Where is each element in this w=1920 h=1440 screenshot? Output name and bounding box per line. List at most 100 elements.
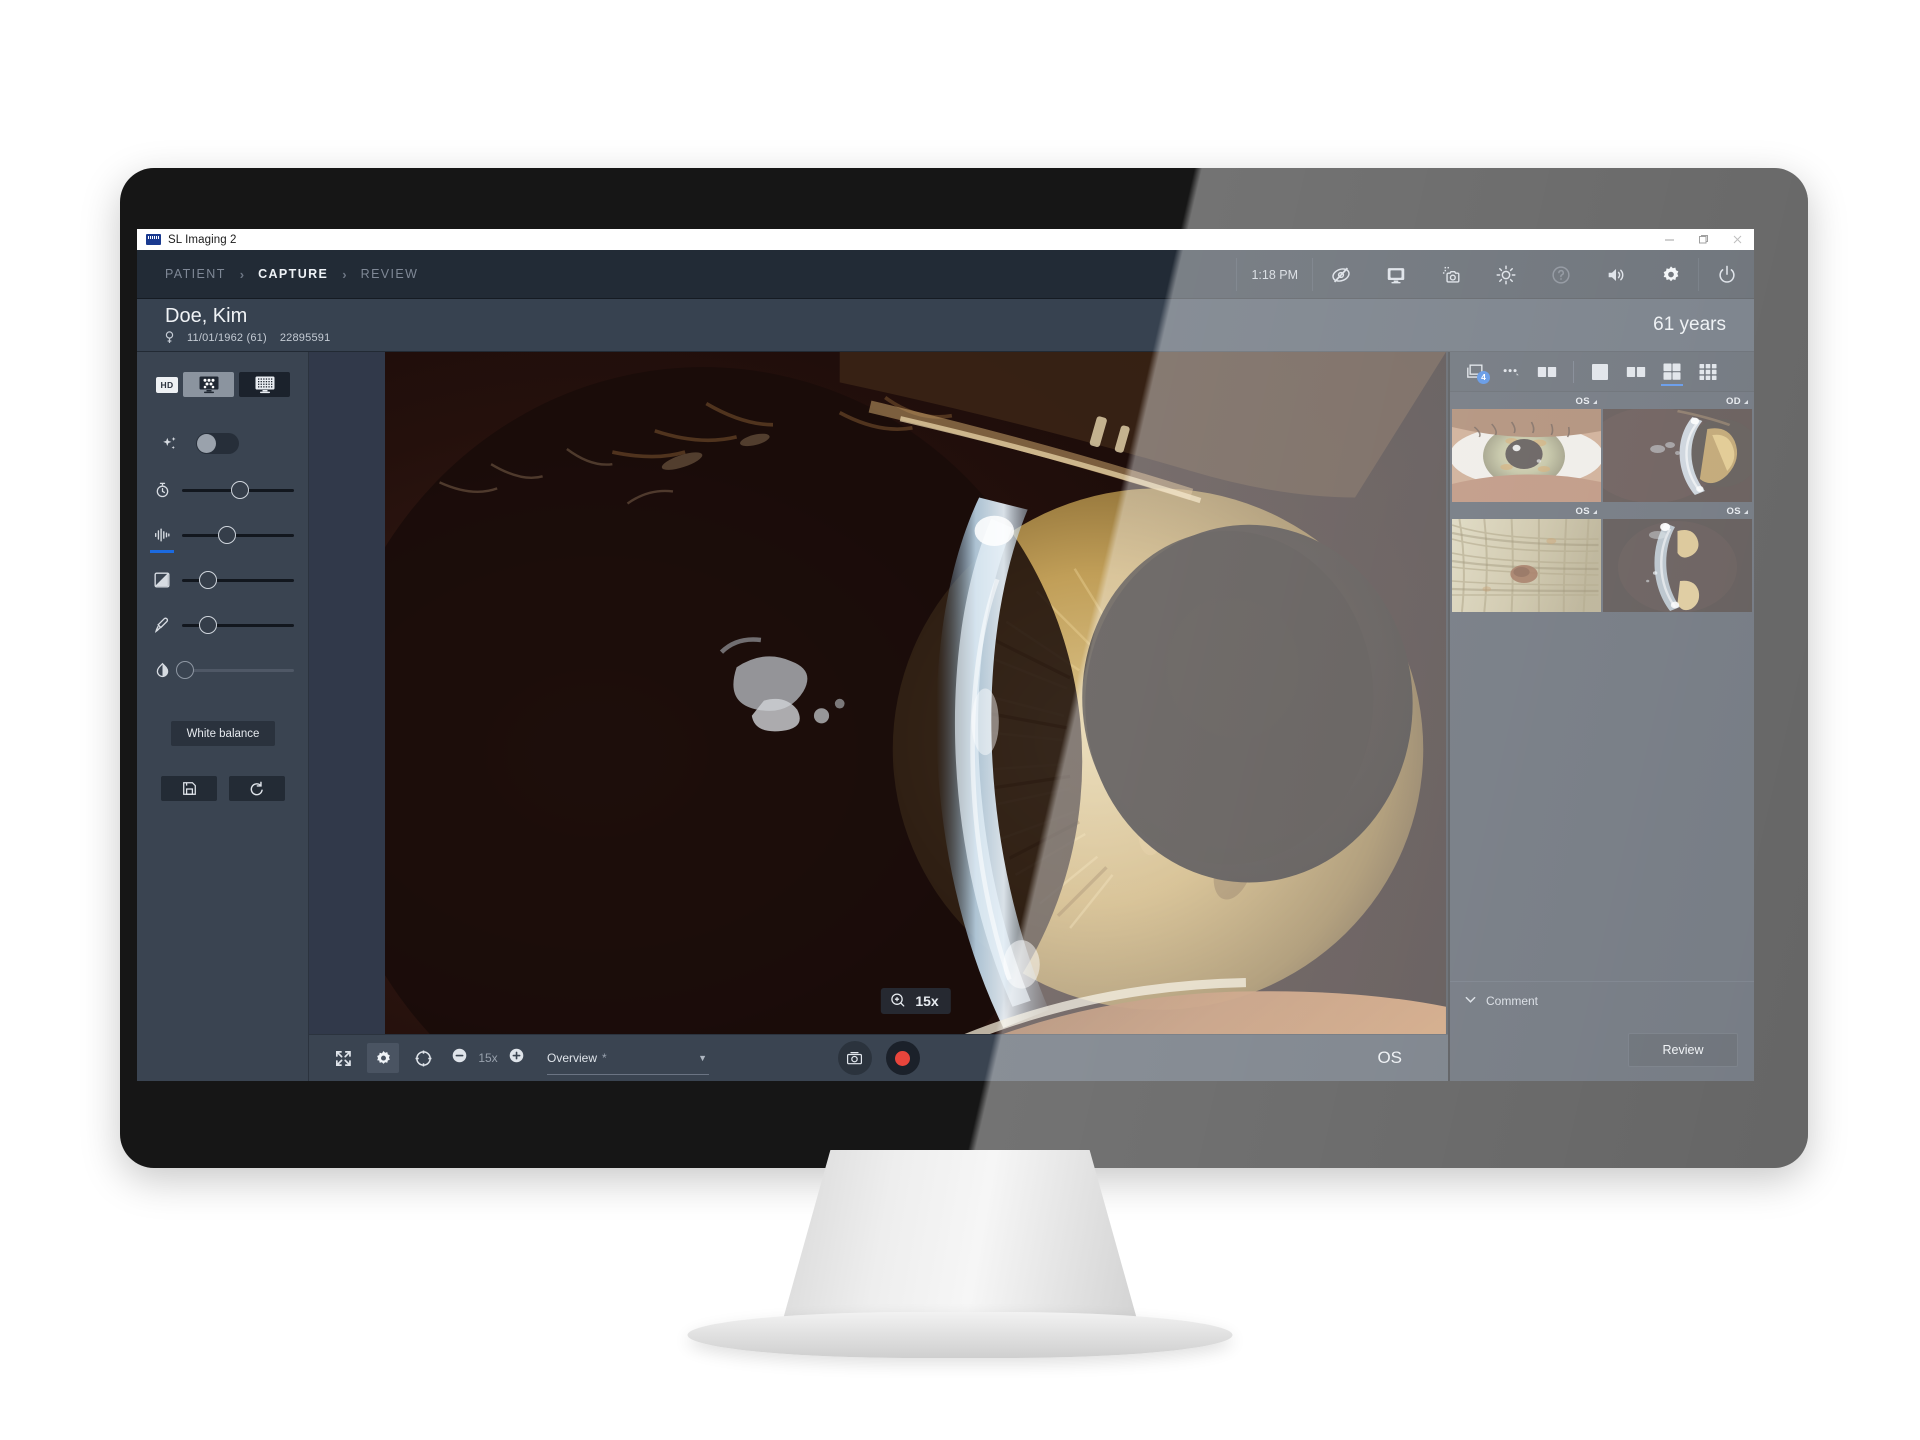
slider-track[interactable] <box>182 616 294 634</box>
window-title-bar: SL Imaging 2 <box>137 229 1754 250</box>
gallery-toolbar: 4 <box>1450 352 1754 392</box>
chevron-down-icon[interactable]: ▼ <box>698 1053 707 1063</box>
eyedropper-slider[interactable] <box>152 616 294 634</box>
crosshair-icon[interactable] <box>407 1043 439 1073</box>
monitor-stand-base <box>687 1312 1233 1358</box>
thumbnail-corner-marker <box>1593 509 1597 514</box>
help-icon[interactable] <box>1533 250 1588 299</box>
comment-section-toggle[interactable]: Comment <box>1450 981 1754 1019</box>
settings-gear-icon[interactable] <box>1643 250 1698 299</box>
save-preset-button[interactable] <box>161 776 217 801</box>
screenshot-scene: SL Imaging 2 PATIENT › CAPTURE › REVIEW … <box>0 0 1920 1440</box>
maximize-icon[interactable] <box>1686 229 1720 250</box>
more-dots-icon[interactable] <box>1494 356 1528 388</box>
thumbnail-laterality: OS <box>1575 396 1590 407</box>
images-stack-icon[interactable]: 4 <box>1458 356 1492 388</box>
layout-single-icon[interactable] <box>1583 356 1617 388</box>
preset-dropdown[interactable]: Overview * ▼ <box>547 1051 709 1075</box>
camera-focus-icon[interactable] <box>1423 250 1478 299</box>
minus-circle-icon[interactable] <box>451 1047 468 1069</box>
sparkle-icon <box>160 435 180 453</box>
power-icon[interactable] <box>1699 250 1754 299</box>
chevron-down-icon <box>1464 993 1477 1009</box>
thumbnail-header: OD <box>1603 394 1752 409</box>
clock-time: 1:18 PM <box>1251 267 1298 282</box>
breadcrumb-item-review[interactable]: REVIEW <box>361 267 419 281</box>
thumbnail-image <box>1603 519 1752 612</box>
sharpness-slider[interactable] <box>150 526 294 553</box>
enhance-toggle-row <box>160 433 286 454</box>
enhance-toggle[interactable] <box>196 433 239 454</box>
contrast-slider[interactable] <box>152 661 294 679</box>
display-mode-fine[interactable] <box>239 372 290 397</box>
capture-record-button[interactable] <box>885 1041 920 1075</box>
expand-icon[interactable] <box>327 1043 359 1073</box>
thumbnail-laterality: OS <box>1726 506 1741 517</box>
live-video-view[interactable]: 15x <box>385 352 1446 1034</box>
slider-knob[interactable] <box>231 481 250 499</box>
thumbnail-item[interactable]: OD <box>1603 394 1752 502</box>
slider-knob[interactable] <box>176 661 195 679</box>
patient-meta: 11/01/1962 (61) 22895591 <box>165 331 330 344</box>
slider-track[interactable] <box>182 571 294 589</box>
eye-off-icon[interactable] <box>1313 250 1368 299</box>
slider-track[interactable] <box>182 526 294 544</box>
nav-tools: 1:18 PM <box>1236 250 1754 299</box>
waveform-icon <box>150 526 174 553</box>
monitor-bezel: SL Imaging 2 PATIENT › CAPTURE › REVIEW … <box>120 168 1808 1168</box>
patient-dob: 11/01/1962 (61) <box>187 331 267 344</box>
viewer-area: 15x 15x Overview * ▼ OS <box>309 352 1448 1081</box>
display-mode-color[interactable] <box>183 372 234 397</box>
exposure-time-slider[interactable] <box>152 481 294 499</box>
layout-two-icon[interactable] <box>1619 356 1653 388</box>
exposure-compensation-slider[interactable] <box>152 571 294 589</box>
layout-four-icon[interactable] <box>1655 356 1689 388</box>
gallery-panel: 4 OS OD OS OS Comment Review <box>1448 352 1754 1081</box>
camera-controls-panel: HD White balance <box>137 352 309 1081</box>
gear-icon[interactable] <box>367 1043 399 1073</box>
hd-badge: HD <box>156 376 178 393</box>
eyedropper-icon <box>152 616 172 634</box>
gallery-empty-space <box>1450 612 1754 981</box>
thumbnail-item[interactable]: OS <box>1452 394 1601 502</box>
preset-underline <box>547 1074 709 1075</box>
exposure-icon <box>152 571 172 589</box>
thumbnail-item[interactable]: OS <box>1603 504 1752 612</box>
breadcrumb-item-patient[interactable]: PATIENT <box>165 267 226 281</box>
slider-knob[interactable] <box>198 616 217 634</box>
reset-button[interactable] <box>229 776 285 801</box>
slider-knob[interactable] <box>217 526 236 544</box>
record-icon <box>895 1050 910 1066</box>
thumbnail-image <box>1452 518 1601 612</box>
thumbnail-laterality: OD <box>1725 396 1741 407</box>
thumbnail-corner-marker <box>1744 509 1748 514</box>
thumbnail-corner-marker <box>1744 399 1748 404</box>
minimize-icon[interactable] <box>1652 229 1686 250</box>
capture-controls <box>837 1041 920 1075</box>
top-navigation-bar: PATIENT › CAPTURE › REVIEW 1:18 PM <box>137 250 1754 299</box>
slider-knob[interactable] <box>198 571 217 589</box>
close-icon[interactable] <box>1720 229 1754 250</box>
review-button[interactable]: Review <box>1628 1033 1738 1067</box>
review-button-wrapper: Review <box>1450 1019 1754 1081</box>
patient-id: 22895591 <box>279 331 331 344</box>
layout-nine-icon[interactable] <box>1691 356 1725 388</box>
slider-track[interactable] <box>182 481 294 499</box>
white-balance-button[interactable]: White balance <box>171 721 275 746</box>
brightness-icon[interactable] <box>1478 250 1533 299</box>
patient-header-bar: Doe, Kim 11/01/1962 (61) 22895591 61 yea… <box>137 299 1754 352</box>
volume-icon[interactable] <box>1588 250 1643 299</box>
thumbnail-header: OS <box>1452 504 1601 519</box>
monitor-stand-neck <box>780 1150 1140 1330</box>
display-icon[interactable] <box>1368 250 1423 299</box>
capture-photo-button[interactable] <box>837 1041 872 1075</box>
breadcrumb-item-capture[interactable]: CAPTURE <box>258 267 328 281</box>
breadcrumb-separator: › <box>342 266 347 282</box>
thumbnail-header: OS <box>1452 394 1601 409</box>
slider-track[interactable] <box>176 661 294 679</box>
viewer-wrapper: 15x <box>309 352 1448 1034</box>
compare-split-icon[interactable] <box>1530 356 1564 388</box>
thumbnail-item[interactable]: OS <box>1452 504 1601 612</box>
plus-circle-icon[interactable] <box>508 1047 525 1069</box>
thumbnail-header: OS <box>1603 504 1752 519</box>
